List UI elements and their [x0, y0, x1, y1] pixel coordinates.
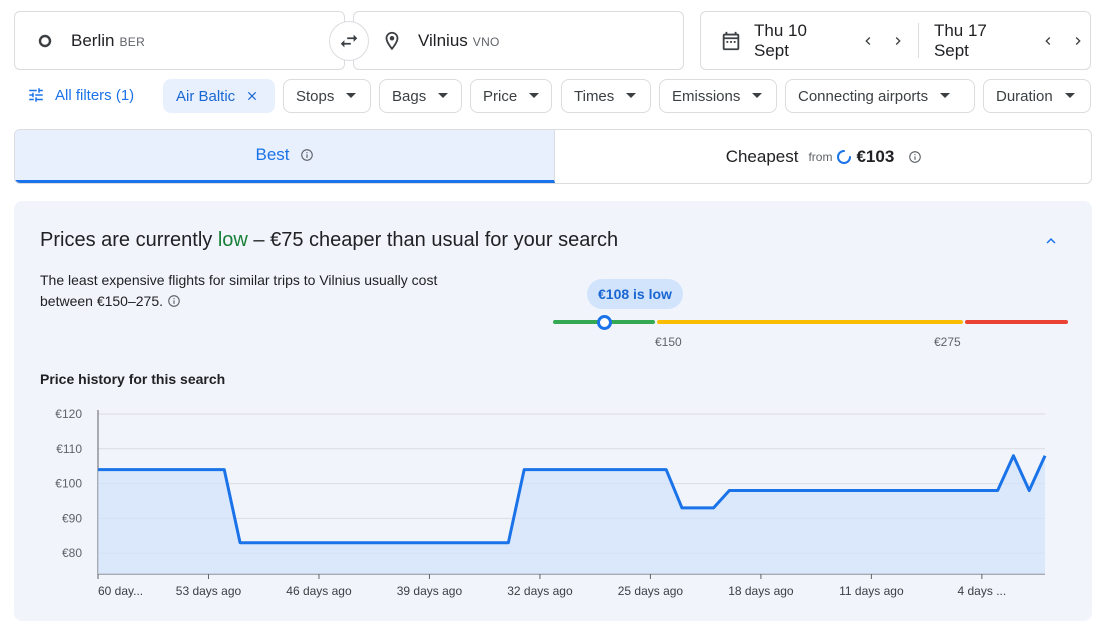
- destination-city: Vilnius: [418, 30, 468, 50]
- loading-spinner-icon: [836, 149, 852, 165]
- date-divider: [917, 23, 919, 58]
- origin-field[interactable]: Berlin BER: [14, 11, 345, 70]
- info-icon[interactable]: [167, 294, 181, 308]
- x-tick-label: 53 days ago: [176, 584, 242, 598]
- price-insights-panel: Prices are currently low – €75 cheaper t…: [14, 201, 1092, 621]
- gauge-high-label: €275: [934, 335, 961, 349]
- price-history-title: Price history for this search: [40, 371, 226, 387]
- return-date-selector[interactable]: Thu 17 Sept: [934, 12, 1090, 69]
- gauge-low-label: €150: [655, 335, 682, 349]
- chevron-down-icon: [438, 91, 449, 101]
- chip-bags-label: Bags: [392, 87, 427, 105]
- info-icon[interactable]: [908, 150, 922, 164]
- chip-duration[interactable]: Duration: [983, 79, 1091, 113]
- return-date-text: Thu 17 Sept: [933, 20, 987, 60]
- y-tick-label: €80: [62, 546, 82, 560]
- x-tick-label: 25 days ago: [618, 584, 684, 598]
- y-tick-label: €110: [56, 442, 82, 456]
- price-history-chart: €80 €90 €100 €110 €120 60 day... 53 days ago 46…: [55, 407, 1047, 598]
- origin-circle-icon: [33, 29, 57, 53]
- price-insight-description: The least expensive flights for similar …: [40, 270, 480, 312]
- chevron-down-icon: [940, 91, 951, 101]
- origin-code: BER: [119, 35, 146, 49]
- chip-price[interactable]: Price: [470, 79, 552, 113]
- gauge-marker: [597, 315, 612, 330]
- y-tick-label: €120: [55, 407, 82, 421]
- x-tick-label: 18 days ago: [728, 584, 794, 598]
- x-tick-label: 39 days ago: [397, 584, 463, 598]
- chip-stops-label: Stops: [296, 87, 335, 105]
- destination-field[interactable]: Vilnius VNO: [353, 11, 684, 70]
- collapse-chevron-up-icon[interactable]: [1041, 231, 1061, 251]
- chip-times-label: Times: [574, 87, 615, 105]
- depart-next-chevron-icon[interactable]: [886, 29, 910, 53]
- info-icon[interactable]: [300, 148, 314, 162]
- price-level-gauge: €108 is low €150 €275: [553, 279, 1068, 359]
- x-tick-label: 4 days ...: [958, 584, 1007, 598]
- calendar-icon: [720, 30, 742, 52]
- chip-air-baltic[interactable]: Air Baltic: [163, 79, 275, 113]
- headline-prefix: Prices are currently: [40, 229, 218, 251]
- y-tick-label: €100: [55, 477, 82, 491]
- tab-best[interactable]: Best: [15, 130, 555, 183]
- series-area: [98, 455, 1045, 574]
- close-icon[interactable]: [245, 89, 259, 103]
- dates-field: Thu 10 Sept Thu 17 Sept: [700, 11, 1091, 70]
- chip-connecting-airports[interactable]: Connecting airports: [785, 79, 975, 113]
- chevron-down-icon: [626, 91, 637, 101]
- x-tick-label: 32 days ago: [507, 584, 573, 598]
- chip-connecting-airports-label: Connecting airports: [798, 87, 929, 105]
- description-text: The least expensive flights for similar …: [40, 272, 438, 309]
- depart-date-selector[interactable]: Thu 10 Sept: [720, 12, 910, 69]
- y-tick-label: €90: [62, 511, 82, 525]
- chevron-down-icon: [529, 91, 540, 101]
- price-level-bubble: €108 is low: [587, 279, 683, 309]
- chip-bags[interactable]: Bags: [379, 79, 462, 113]
- chip-emissions-label: Emissions: [672, 87, 741, 105]
- chip-stops[interactable]: Stops: [283, 79, 371, 113]
- chip-times[interactable]: Times: [561, 79, 651, 113]
- return-prev-chevron-icon[interactable]: [1036, 29, 1060, 53]
- swap-locations-button[interactable]: [329, 21, 369, 61]
- search-row: Berlin BER Vilnius VNO Thu 10 Sept Thu 1…: [0, 0, 1100, 80]
- headline-suffix: – €75 cheaper than usual for your search: [247, 229, 619, 251]
- tune-icon: [27, 86, 45, 104]
- cheapest-price: €103: [856, 146, 895, 166]
- chip-emissions[interactable]: Emissions: [659, 79, 777, 113]
- gauge-high-segment: [965, 320, 1068, 324]
- depart-prev-chevron-icon[interactable]: [856, 29, 880, 53]
- chevron-down-icon: [1064, 91, 1075, 101]
- tab-cheapest[interactable]: Cheapest from €103: [555, 130, 1091, 183]
- chevron-down-icon: [752, 91, 763, 101]
- x-tick-label: 60 day...: [98, 584, 143, 598]
- chip-price-label: Price: [483, 87, 518, 105]
- x-tick-label: 11 days ago: [839, 584, 904, 598]
- location-pin-icon: [380, 29, 404, 53]
- destination-code: VNO: [472, 35, 500, 49]
- all-filters-label: All filters (1): [55, 86, 135, 104]
- all-filters-button[interactable]: All filters (1): [27, 86, 134, 104]
- headline-level: low: [217, 229, 248, 251]
- return-next-chevron-icon[interactable]: [1066, 29, 1090, 53]
- gauge-typical-segment: [657, 320, 963, 324]
- chip-air-baltic-label: Air Baltic: [176, 87, 236, 105]
- cheapest-from-label: from: [808, 149, 833, 164]
- chip-duration-label: Duration: [996, 87, 1053, 105]
- sort-tabs: Best Cheapest from €103: [14, 129, 1092, 184]
- tab-best-label: Best: [255, 145, 290, 164]
- chevron-down-icon: [346, 91, 357, 101]
- depart-date-text: Thu 10 Sept: [754, 20, 807, 60]
- x-tick-label: 46 days ago: [286, 584, 352, 598]
- swap-arrows-icon: [340, 34, 358, 48]
- filters-row: All filters (1) Air Baltic Stops Bags Pr…: [0, 79, 1100, 115]
- tab-cheapest-label: Cheapest: [725, 146, 799, 166]
- price-insight-headline: Prices are currently low – €75 cheaper t…: [40, 229, 618, 252]
- origin-city: Berlin: [71, 30, 115, 50]
